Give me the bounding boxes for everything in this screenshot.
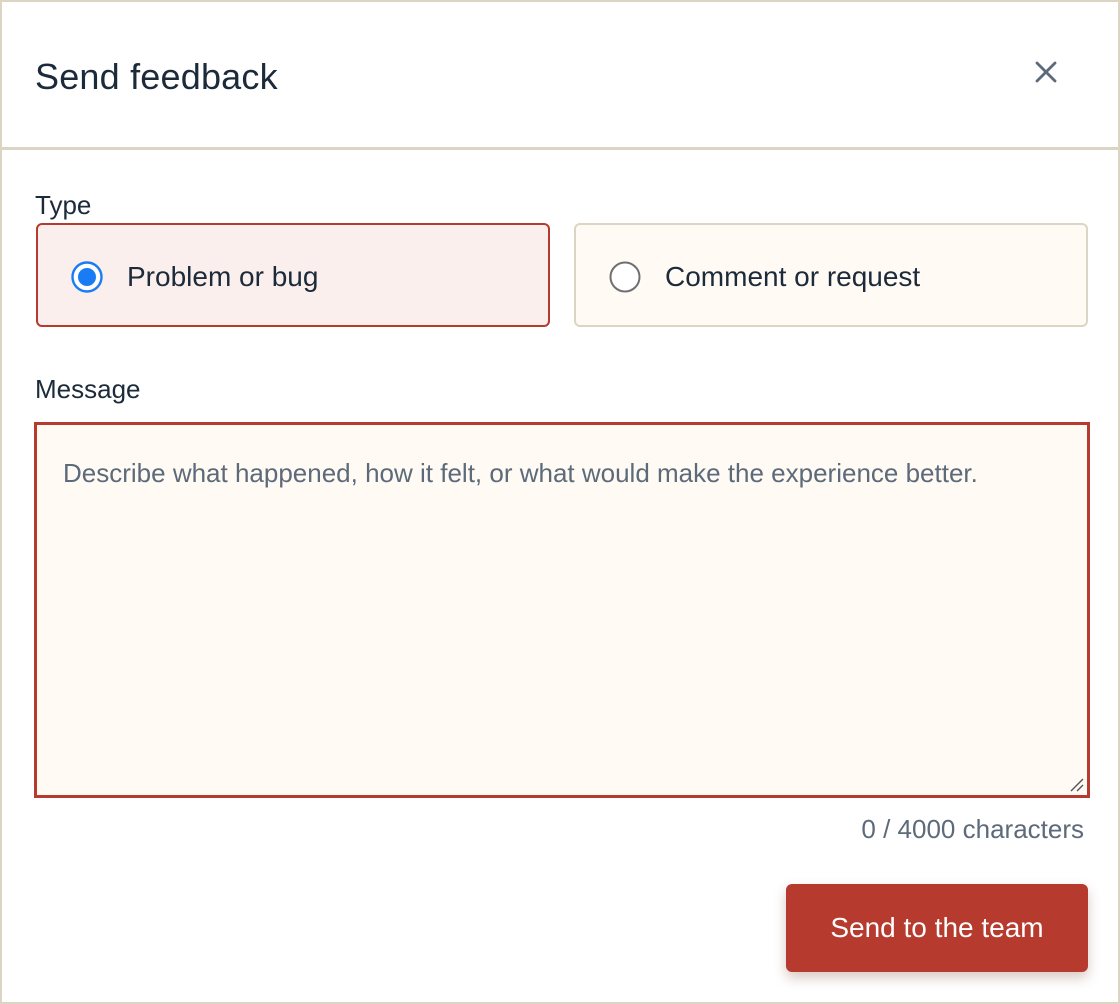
type-option-label: Comment or request	[665, 261, 921, 292]
send-to-team-button[interactable]: Send to the team	[786, 884, 1088, 972]
message-label: Message	[35, 374, 141, 404]
dialog-title: Send feedback	[35, 56, 278, 97]
message-placeholder: Describe what happened, how it felt, or …	[63, 458, 978, 488]
radio-selected-icon[interactable]	[71, 261, 103, 293]
close-icon	[1035, 61, 1057, 83]
resize-handle-icon[interactable]	[1068, 776, 1084, 792]
radio-unselected-icon[interactable]	[609, 261, 641, 293]
type-option-comment-or-request[interactable]: Comment or request	[574, 223, 1088, 327]
type-option-label: Problem or bug	[127, 261, 319, 292]
type-option-problem-or-bug[interactable]: Problem or bug	[36, 223, 550, 327]
feedback-dialog: Send feedback Type Problem or bug Commen…	[0, 0, 1120, 1004]
close-button[interactable]	[1024, 50, 1068, 94]
character-count: 0 / 4000 characters	[861, 814, 1084, 844]
message-textarea[interactable]: Describe what happened, how it felt, or …	[34, 422, 1090, 798]
type-label: Type	[35, 190, 92, 220]
dialog-header: Send feedback	[2, 2, 1118, 150]
